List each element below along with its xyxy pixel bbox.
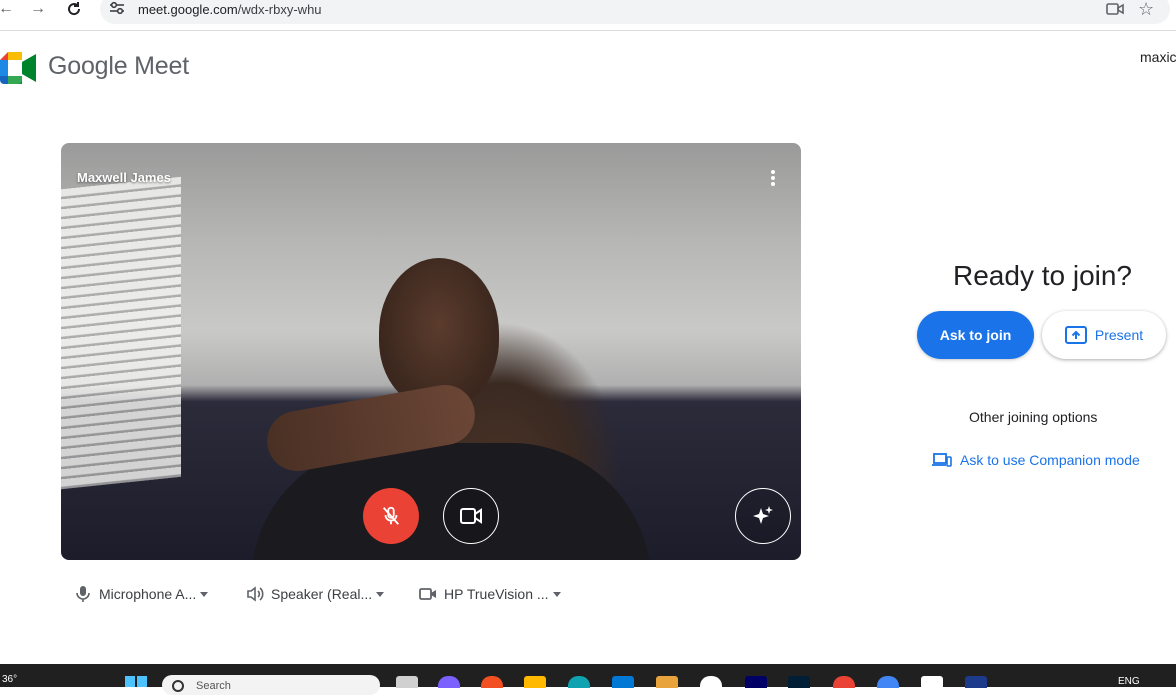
microphone-toggle-button[interactable] [363, 488, 419, 544]
url-text[interactable]: meet.google.com/wdx-rbxy-whu [138, 2, 322, 17]
camera-toggle-button[interactable] [443, 488, 499, 544]
taskbar-search-placeholder: Search [196, 680, 231, 692]
weather-temperature[interactable]: 36° [2, 674, 17, 685]
video-preview: Maxwell James [61, 143, 801, 560]
video-camera-icon [460, 508, 482, 524]
speaker-icon [245, 584, 265, 604]
participant-name: Maxwell James [77, 170, 171, 185]
present-screen-icon [1064, 326, 1087, 344]
app-icon[interactable] [700, 676, 722, 688]
more-options-icon[interactable] [763, 167, 783, 189]
language-indicator[interactable]: ENG [1118, 676, 1140, 687]
forward-arrow-icon[interactable]: → [26, 0, 50, 18]
video-camera-icon [418, 584, 438, 604]
background-window-blinds [61, 176, 181, 490]
other-joining-options-heading: Other joining options [969, 409, 1098, 425]
photoshop-icon[interactable] [788, 676, 810, 688]
browser-toolbar: ← → meet.google.com/wdx-rbxy-whu ☆ [0, 0, 1176, 31]
chevron-down-icon [376, 591, 385, 597]
chevron-down-icon [552, 591, 561, 597]
app-icon[interactable] [921, 676, 943, 688]
app-icon[interactable] [965, 676, 987, 688]
ask-to-join-button[interactable]: Ask to join [917, 311, 1034, 359]
devices-icon [932, 453, 952, 467]
sparkle-icon [753, 506, 773, 524]
microphone-select-label: Microphone A... [99, 586, 197, 602]
url-host: meet.google.com [138, 2, 238, 17]
file-explorer-icon[interactable] [524, 676, 546, 688]
address-bar[interactable]: meet.google.com/wdx-rbxy-whu ☆ [100, 0, 1170, 24]
windows-taskbar: 36° Search ENG [0, 664, 1176, 695]
teams-icon[interactable] [438, 676, 460, 688]
companion-mode-label: Ask to use Companion mode [960, 452, 1140, 468]
windows-start-icon[interactable] [125, 676, 147, 687]
task-view-icon[interactable] [396, 676, 418, 688]
app-icon[interactable] [481, 676, 503, 688]
account-name[interactable]: maxic [1140, 49, 1176, 65]
visual-effects-button[interactable] [735, 488, 791, 544]
back-arrow-icon[interactable]: ← [0, 0, 18, 18]
premiere-icon[interactable] [745, 676, 767, 688]
camera-select[interactable]: HP TrueVision ... [418, 584, 561, 604]
bookmark-star-icon[interactable]: ☆ [1138, 0, 1154, 20]
vscode-icon[interactable] [612, 676, 634, 688]
speaker-select-label: Speaker (Real... [271, 586, 373, 602]
microphone-icon [73, 584, 93, 604]
app-icon[interactable] [656, 676, 678, 688]
google-meet-logo [0, 52, 36, 84]
site-settings-icon[interactable] [108, 0, 128, 18]
search-icon [172, 680, 184, 692]
ready-to-join-heading: Ready to join? [953, 260, 1133, 291]
microphone-select[interactable]: Microphone A... [73, 584, 209, 604]
mic-off-icon [382, 506, 400, 525]
camera-select-label: HP TrueVision ... [444, 586, 549, 602]
taskbar-search[interactable]: Search [162, 675, 380, 695]
reload-icon[interactable] [62, 0, 86, 18]
chevron-down-icon [200, 591, 209, 597]
chrome-icon[interactable] [833, 676, 855, 688]
chrome-icon[interactable] [877, 676, 899, 688]
camera-in-use-icon[interactable] [1106, 2, 1124, 21]
edge-icon[interactable] [568, 676, 590, 688]
present-button-label: Present [1094, 327, 1144, 343]
present-button[interactable]: Present [1042, 311, 1166, 359]
speaker-select[interactable]: Speaker (Real... [245, 584, 385, 604]
brand-title: Google Meet [48, 52, 189, 80]
url-path: /wdx-rbxy-whu [237, 2, 322, 17]
companion-mode-link[interactable]: Ask to use Companion mode [932, 452, 1140, 468]
